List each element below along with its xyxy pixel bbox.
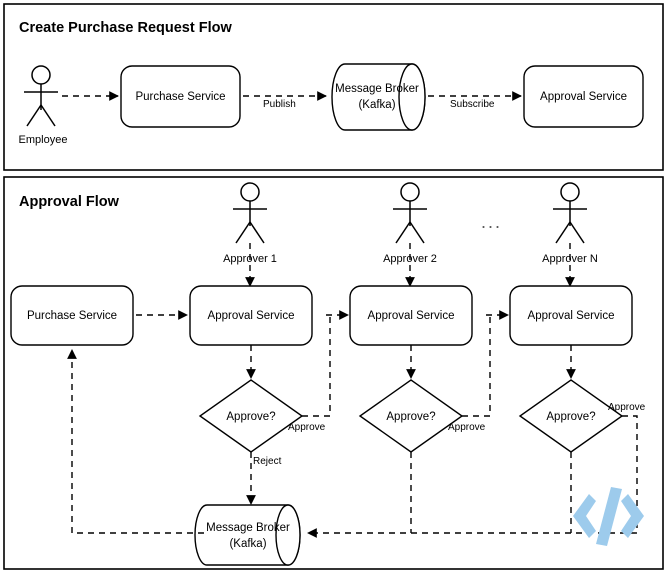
edge-label-subscribe: Subscribe — [450, 99, 495, 110]
approver-2-head — [400, 182, 420, 202]
message-broker-cap-bottom — [275, 504, 301, 566]
approver-1-head — [240, 182, 260, 202]
approval-service-label-1: Approval Service — [208, 310, 295, 322]
approver-n-head — [560, 182, 580, 202]
message-broker-label-line1: Message Broker — [335, 83, 419, 95]
approval-service-label-n: Approval Service — [528, 310, 615, 322]
employee-head — [31, 65, 51, 85]
approvers-ellipsis: ... — [481, 212, 502, 232]
edge-label-approve-n: Approve — [608, 402, 646, 413]
message-broker-cap — [398, 63, 426, 131]
panel-2-title: Approval Flow — [19, 194, 120, 210]
message-broker-label-line1-bottom: Message Broker — [206, 522, 290, 534]
node-approval-service-n[interactable]: Approval Service — [509, 285, 633, 346]
edge-label-reject-1: Reject — [253, 456, 282, 467]
purchase-service-label-2: Purchase Service — [27, 310, 117, 322]
decision-n-label: Approve? — [546, 411, 595, 423]
node-message-broker-bottom[interactable]: Message Broker (Kafka) — [194, 504, 301, 566]
edge-label-approve-2: Approve — [448, 422, 486, 433]
approval-service-label: Approval Service — [540, 91, 627, 103]
edge-label-approve-1: Approve — [288, 422, 326, 433]
message-broker-label-line2: (Kafka) — [358, 99, 395, 111]
decision-2-label: Approve? — [386, 411, 435, 423]
employee-label: Employee — [19, 134, 68, 146]
approval-service-label-2: Approval Service — [368, 310, 455, 322]
node-purchase-service-top[interactable]: Purchase Service — [120, 65, 241, 128]
message-broker-label-line2-bottom: (Kafka) — [229, 538, 266, 550]
node-approval-service-top[interactable]: Approval Service — [523, 65, 644, 128]
node-approval-service-2[interactable]: Approval Service — [349, 285, 473, 346]
panel-1-title: Create Purchase Request Flow — [19, 20, 232, 36]
diagram-canvas: Create Purchase Request Flow Employee Pu… — [0, 0, 667, 573]
node-approval-service-1[interactable]: Approval Service — [189, 285, 313, 346]
node-message-broker-top[interactable]: Message Broker (Kafka) — [331, 63, 426, 131]
purchase-service-label: Purchase Service — [135, 91, 225, 103]
panel-approval-flow — [3, 176, 664, 570]
edge-label-publish: Publish — [263, 99, 296, 110]
node-purchase-service-flow2[interactable]: Purchase Service — [10, 285, 134, 346]
decision-1-label: Approve? — [226, 411, 275, 423]
